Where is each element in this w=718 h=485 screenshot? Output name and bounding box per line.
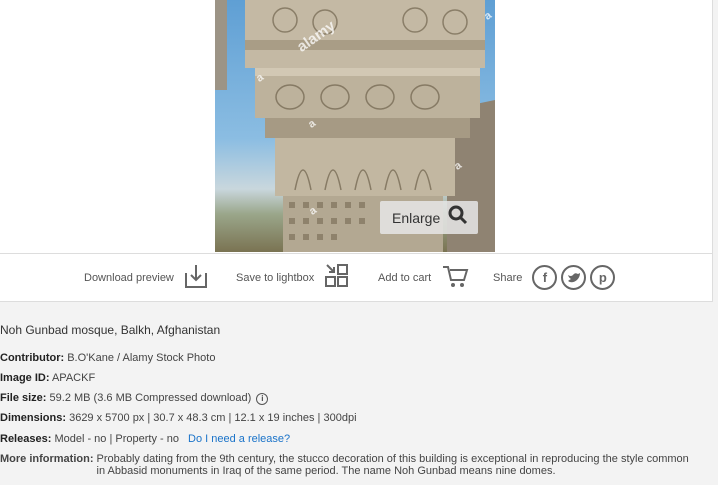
dimensions-label: Dimensions: — [0, 412, 67, 424]
releases-label: Releases: — [0, 433, 52, 445]
file-size-row: File size: 59.2 MB (3.6 MB Compressed do… — [0, 392, 269, 405]
download-preview-label: Download preview — [84, 271, 174, 284]
enlarge-label: Enlarge — [392, 209, 441, 226]
file-size-label: File size: — [0, 392, 47, 404]
dimensions-value: 3629 x 5700 px | 30.7 x 48.3 cm | 12.1 x… — [69, 412, 357, 424]
file-size-value: 59.2 MB (3.6 MB Compressed download) — [49, 392, 252, 404]
contributor-label: Contributor: — [0, 352, 65, 364]
dimensions-row: Dimensions: 3629 x 5700 px | 30.7 x 48.3… — [0, 412, 357, 424]
image-id-value: APACKF — [51, 372, 96, 384]
contributor-row: Contributor: B.O'Kane / Alamy Stock Phot… — [0, 352, 215, 364]
cart-icon — [441, 263, 469, 292]
facebook-icon[interactable]: f — [532, 265, 558, 290]
magnifier-icon — [448, 205, 468, 230]
enlarge-button[interactable]: Enlarge — [380, 201, 478, 234]
share-label: Share — [493, 271, 523, 284]
image-id-row: Image ID: APACKF — [0, 372, 95, 384]
download-icon — [184, 263, 208, 292]
action-bar: Download preview Save to lightbox Add to… — [0, 253, 713, 302]
twitter-icon[interactable] — [561, 265, 587, 290]
contributor-value: B.O'Kane / Alamy Stock Photo — [67, 352, 216, 364]
more-info-value: Probably dating from the 9th century, th… — [96, 453, 689, 477]
pinterest-icon[interactable]: p — [590, 265, 616, 290]
info-icon[interactable]: i — [256, 393, 269, 405]
download-preview-button[interactable]: Download preview — [84, 254, 208, 301]
more-info-label: More information: — [0, 453, 94, 465]
lightbox-icon — [324, 263, 350, 292]
image-title: Noh Gunbad mosque, Balkh, Afghanistan — [0, 323, 221, 337]
releases-row: Releases: Model - no | Property - no Do … — [0, 433, 290, 445]
share-group: Share f p — [493, 254, 616, 301]
save-to-lightbox-label: Save to lightbox — [236, 271, 315, 284]
save-to-lightbox-button[interactable]: Save to lightbox — [236, 254, 350, 301]
image-id-label: Image ID: — [0, 372, 50, 384]
add-to-cart-button[interactable]: Add to cart — [378, 254, 469, 301]
image-viewer: alamy a a a a a Enlarge — [0, 0, 713, 253]
add-to-cart-label: Add to cart — [378, 271, 432, 284]
more-information-row: More information: Probably dating from t… — [0, 453, 700, 477]
release-help-link[interactable]: Do I need a release? — [188, 433, 290, 445]
releases-value: Model - no | Property - no — [54, 433, 179, 445]
